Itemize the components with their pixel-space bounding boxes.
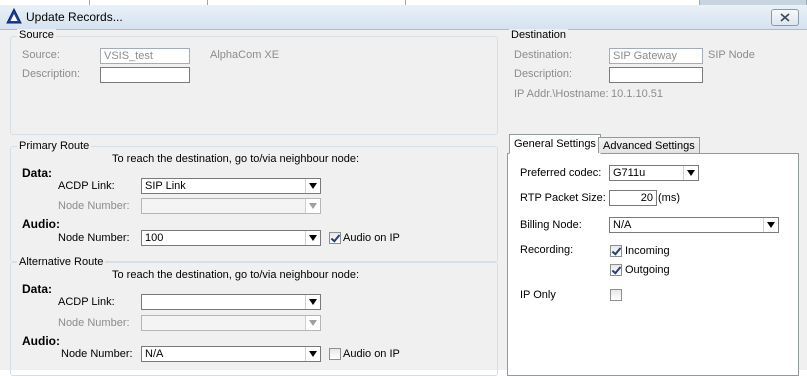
alternative-audio-node-value: N/A	[145, 348, 164, 360]
chevron-down-icon[interactable]	[305, 179, 320, 193]
alternative-acdp-link-label: ACDP Link:	[58, 296, 115, 308]
source-description-label: Description:	[22, 68, 81, 80]
primary-audio-node-select[interactable]: 100	[141, 230, 321, 246]
rtp-packet-size-unit: (ms)	[658, 192, 680, 204]
chevron-down-icon[interactable]	[305, 231, 320, 245]
chevron-down-icon[interactable]	[305, 295, 320, 309]
primary-audio-on-ip-checkbox[interactable]	[329, 232, 341, 244]
alternative-route-label: Alternative Route	[17, 256, 106, 268]
primary-audio-on-ip-label: Audio on IP	[343, 232, 400, 244]
outgoing-checkbox[interactable]	[610, 264, 622, 276]
source-description-field[interactable]	[100, 67, 190, 83]
destination-type-text: SIP Node	[708, 49, 755, 61]
alternative-data-label: Data:	[22, 282, 53, 296]
ip-only-checkbox[interactable]	[610, 289, 622, 301]
source-type-text: AlphaCom XE	[210, 49, 280, 61]
alternative-node-number-label: Node Number:	[58, 317, 130, 329]
alternative-acdp-link-select[interactable]	[141, 294, 321, 310]
alternative-audio-on-ip-label: Audio on IP	[343, 348, 400, 360]
primary-node-number-select[interactable]	[141, 198, 321, 214]
primary-acdp-link-value: SIP Link	[145, 180, 186, 192]
primary-acdp-link-select[interactable]: SIP Link	[141, 178, 321, 194]
recording-label: Recording:	[520, 244, 574, 256]
outgoing-label: Outgoing	[625, 264, 670, 276]
alternative-audio-on-ip-checkbox[interactable]	[329, 348, 341, 360]
alternative-node-number-select[interactable]	[141, 315, 321, 331]
window-title: Update Records...	[26, 10, 123, 24]
close-icon	[780, 13, 790, 22]
primary-route-instruction: To reach the destination, go to/via neig…	[112, 153, 360, 165]
alternative-audio-label: Audio:	[22, 334, 60, 348]
source-field[interactable]: VSIS_test	[100, 48, 190, 64]
source-group-label: Source	[17, 29, 56, 41]
chevron-down-icon[interactable]	[305, 347, 320, 361]
destination-description-field[interactable]	[609, 67, 703, 83]
primary-route-label: Primary Route	[17, 140, 92, 152]
destination-group-label: Destination	[509, 29, 569, 41]
rtp-packet-size-field[interactable]: 20	[609, 190, 657, 206]
destination-description-label: Description:	[514, 68, 573, 80]
preferred-codec-value: G711u	[613, 167, 646, 179]
ip-hostname-label: IP Addr.\Hostname:	[514, 88, 609, 100]
billing-node-select[interactable]: N/A	[609, 217, 779, 233]
dialog-body: Source Source: VSIS_test AlphaCom XE Des…	[0, 29, 807, 376]
alternative-audio-node-select[interactable]: N/A	[141, 346, 321, 362]
billing-node-label: Billing Node:	[520, 219, 582, 231]
primary-node-number-label: Node Number:	[58, 200, 130, 212]
close-button[interactable]	[771, 9, 799, 26]
primary-audio-node-label: Node Number:	[58, 232, 130, 244]
alternative-route-instruction: To reach the destination, go to/via neig…	[112, 269, 360, 281]
ip-hostname-value: 10.1.10.51	[611, 88, 663, 100]
tab-general-settings[interactable]: General Settings	[509, 134, 601, 154]
billing-node-value: N/A	[613, 219, 632, 231]
primary-acdp-link-label: ACDP Link:	[58, 180, 115, 192]
preferred-codec-label: Preferred codec:	[520, 167, 602, 179]
chevron-down-icon[interactable]	[683, 166, 698, 180]
alternative-audio-node-label: Node Number:	[61, 348, 133, 360]
rtp-packet-size-label: RTP Packet Size:	[520, 192, 606, 204]
chevron-down-icon[interactable]	[305, 316, 320, 330]
primary-audio-node-value: 100	[145, 232, 164, 244]
incoming-checkbox[interactable]	[610, 245, 622, 257]
app-logo-icon	[6, 8, 22, 24]
tab-advanced-settings[interactable]: Advanced Settings	[598, 137, 700, 153]
destination-field[interactable]: SIP Gateway	[609, 48, 703, 64]
primary-audio-label: Audio:	[22, 217, 60, 231]
source-label: Source:	[22, 49, 60, 61]
chevron-down-icon[interactable]	[763, 218, 778, 232]
incoming-label: Incoming	[625, 245, 670, 257]
ip-only-label: IP Only	[520, 289, 556, 301]
chevron-down-icon[interactable]	[305, 199, 320, 213]
primary-data-label: Data:	[22, 166, 53, 180]
title-bar[interactable]: Update Records...	[0, 5, 807, 30]
preferred-codec-select[interactable]: G711u	[609, 165, 699, 181]
destination-label: Destination:	[514, 49, 573, 61]
